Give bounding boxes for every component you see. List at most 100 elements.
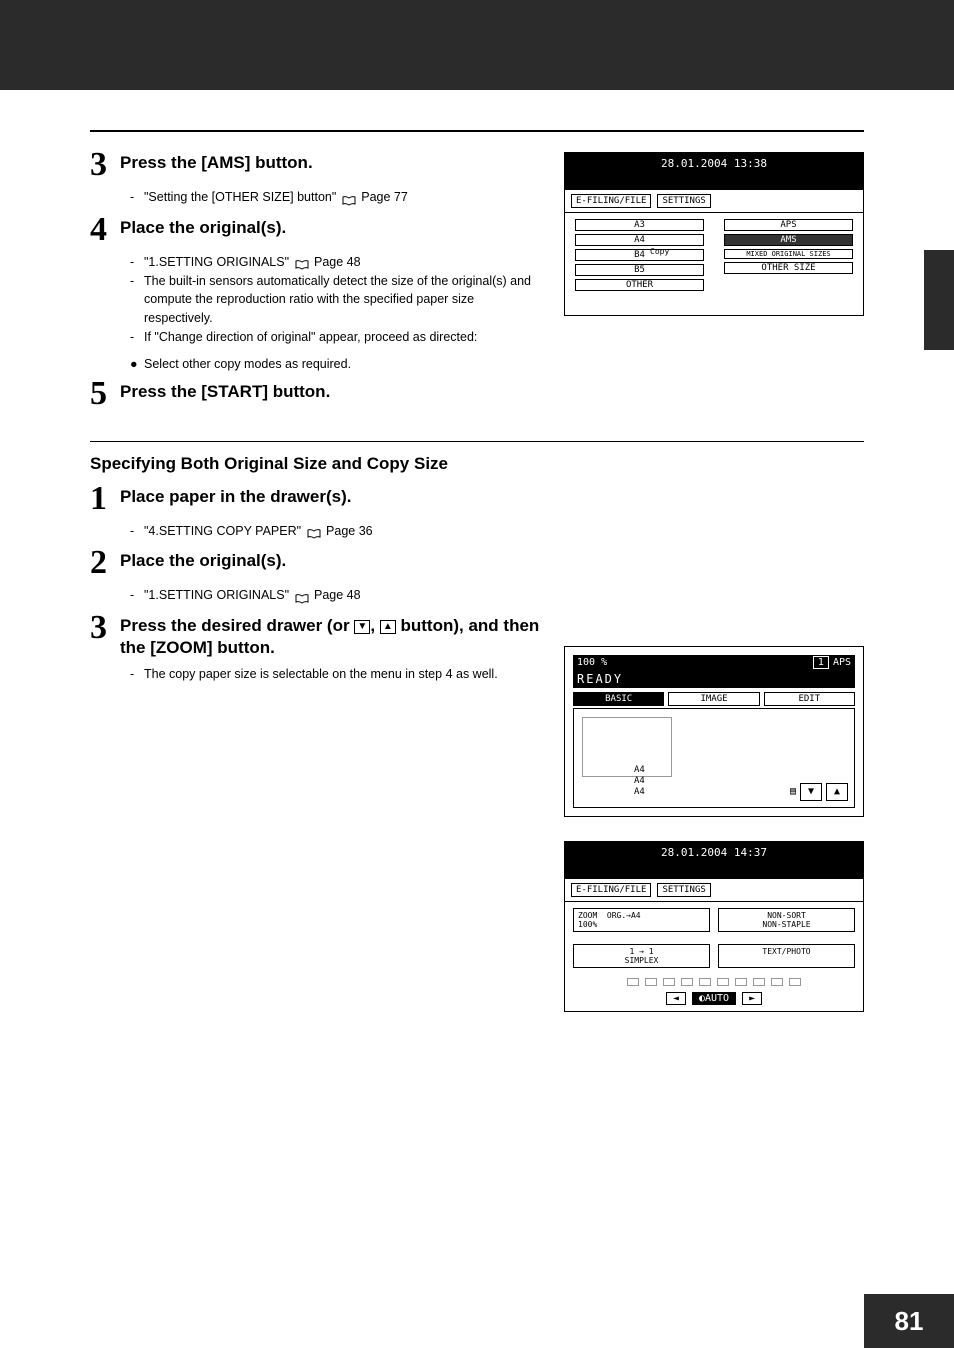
tab-settings[interactable]: SETTINGS	[657, 194, 710, 208]
drawer-up-button[interactable]: ▲	[826, 783, 848, 801]
bullet-icon: ●	[130, 357, 144, 371]
lcd-screenshot-ready: 100 % 1APS READY BASIC IMAGE EDIT A4 A4	[564, 646, 864, 817]
section-heading: Specifying Both Original Size and Copy S…	[90, 454, 864, 474]
carousel-cell	[771, 978, 783, 986]
copy-count: 1	[813, 656, 829, 669]
step-number: 3	[90, 611, 120, 645]
tab-edit[interactable]: EDIT	[764, 692, 855, 706]
step-a4-bullet: ● Select other copy modes as required.	[130, 357, 544, 371]
step-title: Press the [AMS] button.	[120, 152, 544, 174]
carousel-cell	[789, 978, 801, 986]
step-a3-sub1: - "Setting the [OTHER SIZE] button" Page…	[130, 188, 544, 207]
mode-button[interactable]: TEXT/PHOTO	[718, 944, 855, 968]
bullet-text: Select other copy modes as required.	[144, 357, 351, 371]
step-number: 1	[90, 482, 120, 516]
sub-text: The copy paper size is selectable on the…	[144, 665, 544, 684]
carousel-cell	[717, 978, 729, 986]
next-button[interactable]: ►	[742, 992, 762, 1005]
copier-diagram-icon	[582, 717, 672, 777]
tab-image[interactable]: IMAGE	[668, 692, 759, 706]
book-icon	[295, 591, 309, 601]
step-number: 2	[90, 546, 120, 580]
step-b3-sub1: - The copy paper size is selectable on t…	[130, 665, 544, 684]
dash: -	[130, 188, 144, 207]
mode-ams[interactable]: AMS	[724, 234, 853, 246]
small-page-icon: ▤	[790, 786, 796, 797]
size-a3[interactable]: A3	[575, 219, 704, 231]
book-icon	[307, 526, 321, 536]
step-a4-sub2: - The built-in sensors automatically det…	[130, 272, 544, 328]
header-dark-band	[0, 0, 954, 90]
tray-1: A4	[634, 765, 645, 776]
ref-text: "1.SETTING ORIGINALS"	[144, 588, 289, 602]
dash: -	[130, 522, 144, 541]
lcd-datetime: 28.01.2004 13:38	[565, 153, 863, 174]
tab-settings[interactable]: SETTINGS	[657, 883, 710, 897]
carousel-cell	[645, 978, 657, 986]
zoom-label: ZOOM	[578, 911, 597, 920]
step-title: Press the [START] button.	[120, 381, 544, 403]
top-rule	[90, 130, 864, 132]
step-b3-row: 3 Press the desired drawer (or ▼, ▲ butt…	[90, 615, 544, 659]
mode-aps[interactable]: APS	[724, 219, 853, 231]
section-rule	[90, 441, 864, 442]
step-title: Place the original(s).	[120, 550, 544, 572]
size-b5[interactable]: B5	[575, 264, 704, 276]
sort-button[interactable]: NON-SORT NON-STAPLE	[718, 908, 855, 932]
page-ref: Page 48	[314, 255, 361, 269]
book-icon	[342, 193, 356, 203]
copy-icon-label: Copy	[650, 247, 669, 256]
zoom-pct: 100%	[578, 920, 597, 929]
carousel-cell	[753, 978, 765, 986]
page-ref: Page 48	[314, 588, 361, 602]
up-arrow-icon: ▲	[380, 620, 396, 634]
zoom-org: ORG.→A4	[607, 911, 641, 920]
size-a4[interactable]: A4	[575, 234, 704, 246]
dash: -	[130, 586, 144, 605]
dash: -	[130, 253, 144, 272]
step-title: Place paper in the drawer(s).	[120, 486, 544, 508]
step-b2-row: 2 Place the original(s).	[90, 550, 544, 580]
step-number: 4	[90, 213, 120, 247]
dash: -	[130, 272, 144, 291]
step-a3-row: 3 Press the [AMS] button.	[90, 152, 544, 182]
drawer-down-button[interactable]: ▼	[800, 783, 822, 801]
page-number-badge: 81	[864, 1294, 954, 1348]
down-arrow-icon: ▼	[354, 620, 370, 634]
step-a5-row: 5 Press the [START] button.	[90, 381, 544, 411]
step-number: 5	[90, 377, 120, 411]
lcd-datetime: 28.01.2004 14:37	[565, 842, 863, 863]
step-title: Place the original(s).	[120, 217, 544, 239]
step-b1-row: 1 Place paper in the drawer(s).	[90, 486, 544, 516]
simplex-button[interactable]: 1 → 1 SIMPLEX	[573, 944, 710, 968]
sub-text: The built-in sensors automatically detec…	[144, 272, 544, 328]
status-text: READY	[573, 670, 855, 688]
lcd-screenshot-zoom: 28.01.2004 14:37 E-FILING/FILE SETTINGS …	[564, 841, 864, 1012]
carousel-cell	[627, 978, 639, 986]
dash: -	[130, 328, 144, 347]
size-other[interactable]: OTHER	[575, 279, 704, 291]
zoom-readout: 100 %	[577, 657, 607, 668]
page-ref: Page 36	[326, 524, 373, 538]
page-ref: Page 77	[361, 190, 408, 204]
sub-text: If "Change direction of original" appear…	[144, 328, 544, 347]
tab-basic[interactable]: BASIC	[573, 692, 664, 706]
dash: -	[130, 665, 144, 684]
page-number: 81	[895, 1306, 924, 1337]
step-a4-sub1: - "1.SETTING ORIGINALS" Page 48	[130, 253, 544, 272]
tab-efiling[interactable]: E-FILING/FILE	[571, 194, 651, 208]
step-a4-sub3: - If "Change direction of original" appe…	[130, 328, 544, 347]
prev-button[interactable]: ◄	[666, 992, 686, 1005]
side-chapter-tab	[924, 250, 954, 350]
mode-other-size[interactable]: OTHER SIZE	[724, 262, 853, 274]
size-b4[interactable]: B4	[575, 249, 704, 261]
book-icon	[295, 257, 309, 267]
zoom-button[interactable]: ZOOM ORG.→A4 100%	[573, 908, 710, 932]
carousel-cell	[735, 978, 747, 986]
tray-3: A4	[634, 787, 645, 798]
page-content: 3 Press the [AMS] button. - "Setting the…	[0, 90, 954, 1036]
auto-button[interactable]: ◐AUTO	[692, 992, 736, 1005]
mode-mixed[interactable]: MIXED ORIGINAL SIZES	[724, 249, 853, 259]
tab-efiling[interactable]: E-FILING/FILE	[571, 883, 651, 897]
step-b1-sub1: - "4.SETTING COPY PAPER" Page 36	[130, 522, 544, 541]
